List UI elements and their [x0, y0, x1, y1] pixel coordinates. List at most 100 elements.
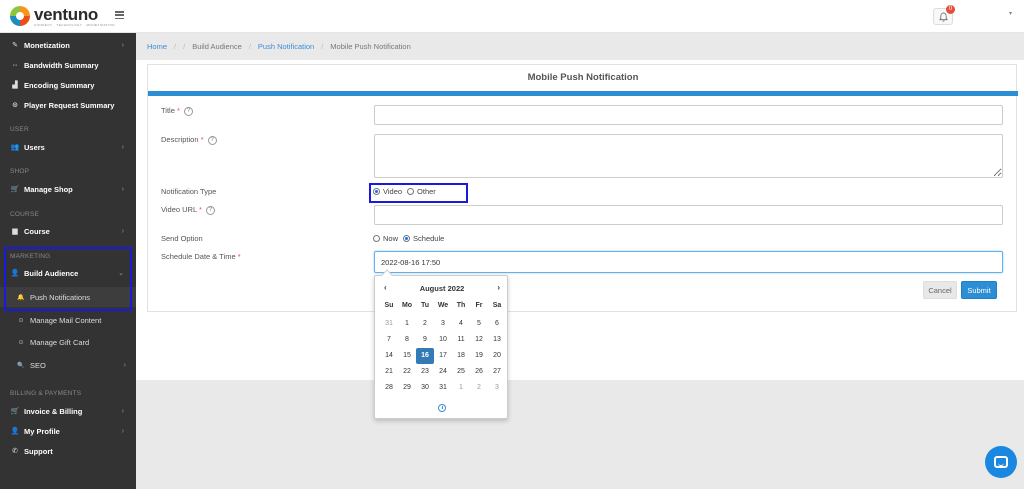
datepicker-day[interactable]: 13: [488, 332, 506, 348]
breadcrumb-push-notification[interactable]: Push Notification: [258, 42, 314, 51]
datepicker-day[interactable]: 26: [470, 364, 488, 380]
sidebar-item-support[interactable]: ✆ Support: [0, 441, 136, 461]
weekday-label: Su: [384, 302, 394, 309]
section-shop: SHOP: [10, 168, 30, 175]
datepicker-day[interactable]: 3: [434, 316, 452, 332]
push-notification-card: Mobile Push Notification: [147, 64, 1018, 312]
section-user: USER: [10, 126, 29, 133]
datepicker-day[interactable]: 30: [416, 380, 434, 396]
sidebar-item-encoding[interactable]: ▟ Encoding Summary: [0, 75, 136, 95]
breadcrumb-home[interactable]: Home: [147, 42, 167, 51]
datepicker-day[interactable]: 8: [398, 332, 416, 348]
user-menu-caret-icon[interactable]: ▾: [1009, 10, 1012, 17]
datepicker-day[interactable]: 29: [398, 380, 416, 396]
weekday-label: Th: [456, 302, 466, 309]
file-icon: ▆: [12, 228, 18, 235]
datepicker-day[interactable]: 1: [398, 316, 416, 332]
datepicker-day[interactable]: 11: [452, 332, 470, 348]
section-course: COURSE: [10, 211, 40, 218]
circle-icon: ⊙: [18, 339, 24, 346]
datepicker-day[interactable]: 5: [470, 316, 488, 332]
weekday-label: Tu: [420, 302, 430, 309]
cancel-button[interactable]: Cancel: [923, 281, 957, 299]
card-accent-bar: [148, 91, 1018, 96]
submit-button[interactable]: Submit: [961, 281, 997, 299]
sidebar-item-course[interactable]: ▆ Course ›: [0, 221, 136, 241]
logo-tagline: CONNECT · TECHNOLOGY · MONETIZATION: [34, 22, 115, 27]
datepicker-day[interactable]: 25: [452, 364, 470, 380]
datepicker-day[interactable]: 2: [470, 380, 488, 396]
send-now-radio[interactable]: [373, 235, 380, 242]
notifications-button[interactable]: 0: [933, 5, 955, 25]
datepicker-day[interactable]: 24: [434, 364, 452, 380]
schedule-datetime-input[interactable]: [374, 251, 1003, 273]
datepicker-day[interactable]: 31: [380, 316, 398, 332]
arrows-icon: ⇔: [11, 61, 19, 69]
datepicker-grid: Su Mo Tu We Th Fr Sa 31 1 2 3 4 5 6 7 8 9 10 11 12 13…: [380, 300, 505, 396]
sidebar-item-bandwidth[interactable]: ⇔ Bandwidth Summary: [0, 55, 136, 75]
sidebar-item-profile[interactable]: 👤 My Profile ›: [0, 421, 136, 441]
chevron-right-icon[interactable]: ›: [497, 283, 500, 292]
chat-launcher-button[interactable]: [985, 446, 1017, 478]
weekday-label: Sa: [492, 302, 502, 309]
datepicker-day-selected[interactable]: 16: [416, 348, 434, 364]
sidebar-item-player-request[interactable]: ⊙ Player Request Summary: [0, 95, 136, 115]
datepicker-day[interactable]: 27: [488, 364, 506, 380]
cart-icon: 🛒: [10, 186, 20, 193]
chevron-right-icon: ›: [121, 185, 124, 193]
datepicker-day[interactable]: 23: [416, 364, 434, 380]
section-billing: BILLING & PAYMENTS: [10, 390, 82, 397]
datepicker-day[interactable]: 17: [434, 348, 452, 364]
datepicker-day[interactable]: 19: [470, 348, 488, 364]
help-icon[interactable]: ?: [184, 106, 193, 116]
help-icon[interactable]: ?: [207, 135, 217, 145]
datepicker-day[interactable]: 14: [380, 348, 398, 364]
datepicker-day[interactable]: 31: [434, 380, 452, 396]
sidebar-item-manage-gift[interactable]: ⊙ Manage Gift Card: [0, 332, 136, 352]
datepicker-day[interactable]: 7: [380, 332, 398, 348]
sidebar: ✎ Monetization › ⇔ Bandwidth Summary ▟ E…: [0, 33, 136, 489]
datepicker-day[interactable]: 22: [398, 364, 416, 380]
datepicker-day[interactable]: 3: [488, 380, 506, 396]
chat-icon: [994, 456, 1008, 468]
sidebar-item-seo[interactable]: 🔍 SEO ›: [0, 355, 136, 375]
sidebar-item-manage-shop[interactable]: 🛒 Manage Shop ›: [0, 179, 136, 199]
send-schedule-radio[interactable]: [403, 235, 411, 242]
breadcrumb: Home / / Build Audience / Push Notificat…: [136, 33, 1024, 60]
datepicker-day[interactable]: 18: [452, 348, 470, 364]
chart-icon: ▟: [12, 82, 18, 89]
datepicker-day[interactable]: 10: [434, 332, 452, 348]
clock-icon[interactable]: [438, 404, 446, 412]
video-url-label: Video URL * ?: [161, 205, 215, 215]
bell-icon: [938, 12, 948, 22]
help-icon[interactable]: ?: [205, 205, 215, 215]
breadcrumb-build-audience[interactable]: Build Audience: [192, 42, 242, 51]
chevron-right-icon: ›: [121, 143, 124, 151]
schedule-label: Schedule Date & Time *: [161, 252, 241, 261]
sidebar-item-manage-mail[interactable]: ⊙ Manage Mail Content: [0, 310, 136, 330]
datepicker-day[interactable]: 20: [488, 348, 506, 364]
sidebar-item-monetization[interactable]: ✎ Monetization ›: [0, 35, 136, 55]
title-input[interactable]: [374, 105, 1003, 125]
send-option-label: Send Option: [161, 234, 203, 243]
sidebar-item-users[interactable]: 👥 Users ›: [0, 137, 136, 157]
datepicker-day[interactable]: 12: [470, 332, 488, 348]
description-textarea[interactable]: [374, 134, 1003, 178]
datepicker-day[interactable]: 21: [380, 364, 398, 380]
datepicker-day[interactable]: 4: [452, 316, 470, 332]
chevron-right-icon: ›: [121, 41, 124, 49]
datepicker-day[interactable]: 15: [398, 348, 416, 364]
datepicker-day[interactable]: 9: [416, 332, 434, 348]
highlight-type-box: [369, 183, 468, 203]
video-url-input[interactable]: [374, 205, 1003, 225]
datepicker-month[interactable]: August 2022: [375, 284, 509, 293]
datepicker-day[interactable]: 28: [380, 380, 398, 396]
datepicker-day[interactable]: 2: [416, 316, 434, 332]
menu-toggle-icon[interactable]: [115, 11, 124, 19]
logo-word: ventuno: [34, 4, 99, 24]
datepicker-day[interactable]: 6: [488, 316, 506, 332]
ventuno-logo[interactable]: ventuno CONNECT · TECHNOLOGY · MONETIZAT…: [10, 5, 115, 27]
sidebar-item-invoice[interactable]: 🛒 Invoice & Billing ›: [0, 401, 136, 421]
weekday-label: Fr: [475, 302, 483, 309]
datepicker-day[interactable]: 1: [452, 380, 470, 396]
